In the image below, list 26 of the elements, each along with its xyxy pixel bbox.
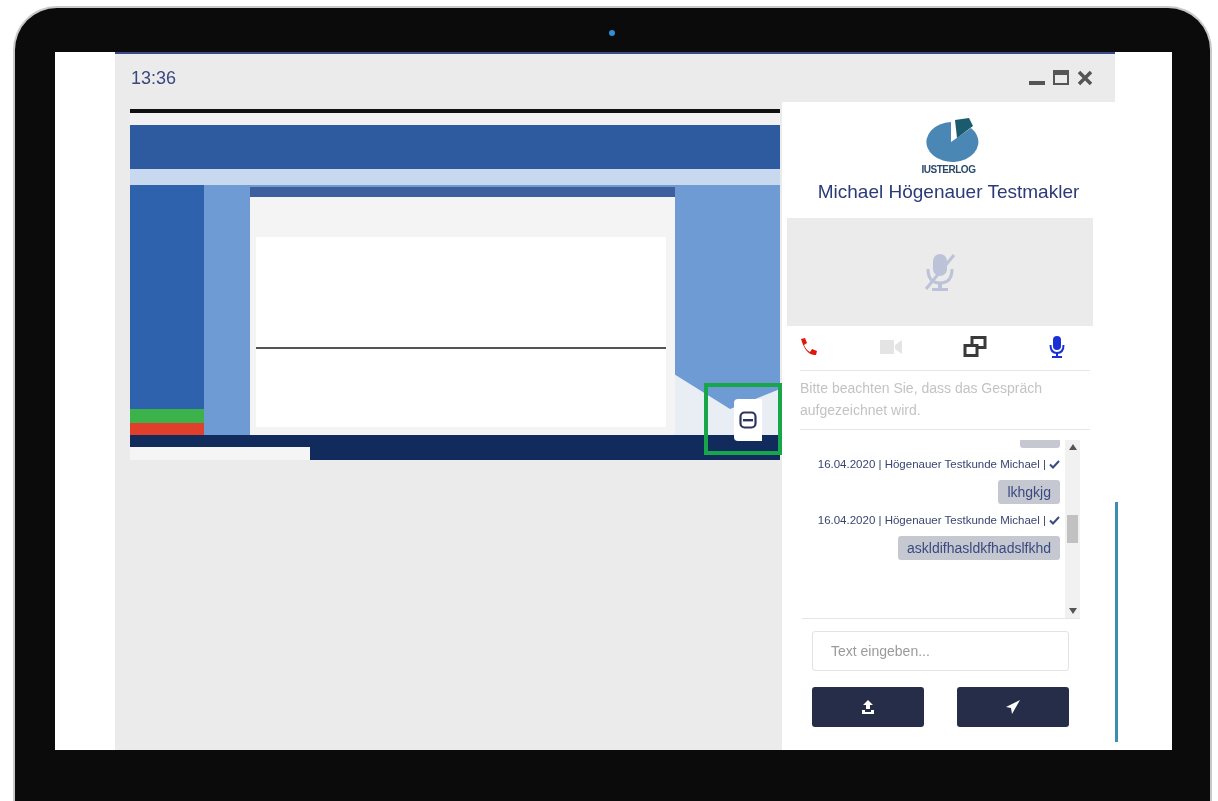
microphone-icon[interactable] xyxy=(1048,336,1065,358)
scrollbar-track[interactable] xyxy=(1065,440,1080,618)
upload-icon xyxy=(861,700,875,714)
windows-icon[interactable] xyxy=(963,336,988,358)
phone-icon[interactable] xyxy=(798,337,818,357)
minimize-button[interactable] xyxy=(734,399,762,441)
message-bubble: askldifhasldkfhadslfkhd xyxy=(898,536,1060,560)
maximize-icon[interactable] xyxy=(1053,70,1069,86)
scroll-up-icon[interactable] xyxy=(1068,444,1077,450)
minimize-icon xyxy=(739,411,757,429)
upload-button[interactable] xyxy=(812,687,924,727)
message-bubble xyxy=(1020,440,1060,448)
message-info: 16.04.2020 | Högenauer Testkunde Michael | xyxy=(817,458,1046,470)
message-input[interactable]: Text eingeben... xyxy=(812,631,1069,671)
recording-notice: Bitte beachten Sie, dass das Gespräch aufgezeichnet wird. xyxy=(800,370,1090,430)
scroll-down-icon[interactable] xyxy=(1068,608,1077,614)
checkmark-icon xyxy=(1049,459,1060,469)
close-icon[interactable] xyxy=(1077,70,1093,86)
clock-time: 13:36 xyxy=(131,67,177,89)
contact-name: Michael Högenauer Testmakler xyxy=(816,181,1081,203)
scrollbar-thumb[interactable] xyxy=(1067,515,1078,543)
checkmark-icon xyxy=(1049,515,1060,525)
message-bubble: lkhgkjg xyxy=(998,480,1060,504)
camera-icon xyxy=(609,30,615,36)
message-info: 16.04.2020 | Högenauer Testkunde Michael | xyxy=(817,514,1046,526)
send-icon xyxy=(1006,700,1020,714)
